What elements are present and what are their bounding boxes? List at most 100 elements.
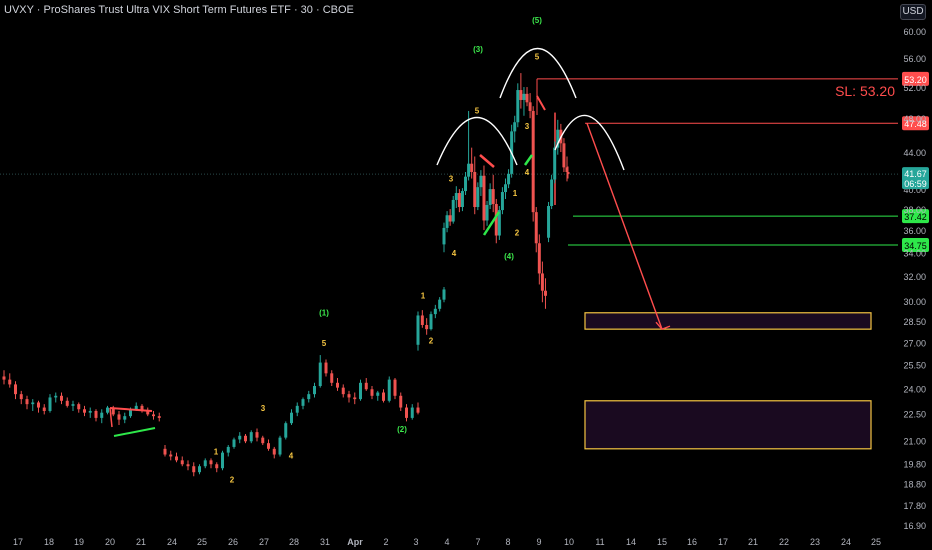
candle-body [301, 399, 305, 406]
x-tick-label: 27 [259, 537, 269, 547]
candle [117, 410, 121, 425]
candle-body [324, 362, 328, 374]
target-zone[interactable] [584, 312, 872, 330]
x-tick-label: 23 [810, 537, 820, 547]
x-tick-label: 14 [626, 537, 636, 547]
candle-body [399, 395, 403, 408]
candle [442, 286, 446, 303]
candle [491, 174, 495, 213]
candle-body [19, 394, 23, 400]
candle [284, 421, 288, 440]
candle [497, 206, 501, 240]
candle-body [382, 392, 385, 401]
target-zone[interactable] [584, 400, 872, 450]
candle [209, 458, 213, 469]
x-tick-label: 26 [228, 537, 238, 547]
x-tick-label: 21 [748, 537, 758, 547]
last-price-tag: 41.6706:59 [902, 167, 929, 190]
x-tick-label: 15 [657, 537, 667, 547]
candle [445, 211, 449, 233]
candle-body [169, 454, 173, 457]
candle-body [550, 179, 554, 207]
candle-body [203, 460, 207, 467]
candle-body [543, 290, 547, 296]
x-tick-label: 18 [44, 537, 54, 547]
candle [238, 432, 242, 444]
candle-body [364, 382, 368, 390]
x-tick-label: 20 [105, 537, 115, 547]
stop-loss-label: SL: 53.20 [835, 83, 895, 99]
candle-body [485, 204, 489, 221]
candle [485, 200, 489, 226]
candle [221, 450, 224, 471]
wave-label: (4) [504, 252, 514, 261]
x-tick-label: 24 [841, 537, 851, 547]
candle [198, 464, 201, 475]
candle [457, 189, 461, 213]
candle [507, 169, 511, 189]
wave-label: 5 [475, 106, 480, 115]
candle-body [14, 384, 17, 395]
x-tick-label: 11 [595, 537, 604, 547]
candle-body [438, 299, 442, 309]
candle-body [37, 402, 40, 408]
x-tick-label: 31 [320, 537, 330, 547]
candle [420, 310, 424, 328]
wave-label: 4 [525, 168, 530, 177]
candle [494, 198, 498, 244]
candle [364, 378, 368, 391]
y-tick-label: 28.50 [903, 317, 926, 327]
x-tick-label: 10 [564, 537, 574, 547]
candle [25, 395, 29, 410]
candle-body [152, 414, 155, 417]
candlestick-chart[interactable]: 53.2047.4837.4234.75 12345(1)(2)12345(3)… [0, 0, 932, 550]
x-tick-label: Apr [347, 537, 363, 547]
candle-body [106, 407, 109, 413]
candle-body [566, 171, 570, 175]
candle-body [393, 379, 397, 396]
wave-label: 2 [515, 229, 520, 238]
candle-body [232, 439, 236, 447]
candle-body [134, 405, 138, 410]
candle [353, 392, 357, 405]
candle [295, 402, 299, 417]
correction-line-red [536, 95, 546, 111]
candle [330, 370, 334, 387]
wave-label: 1 [214, 448, 219, 457]
candle [522, 87, 526, 116]
candle-body [77, 404, 81, 410]
candle-body [522, 93, 526, 100]
candle [31, 399, 35, 411]
candle-body [460, 191, 464, 208]
y-tick-label: 17.80 [903, 501, 926, 511]
candle-body [425, 324, 429, 330]
candle [71, 400, 75, 411]
y-tick-label: 25.50 [903, 361, 926, 371]
candle-body [442, 227, 446, 245]
candle-body [547, 206, 551, 238]
wave-label: 3 [449, 174, 454, 183]
x-tick-label: 25 [871, 537, 881, 547]
candle [140, 404, 144, 413]
candle-body [457, 193, 461, 208]
x-tick-label: 7 [475, 537, 480, 547]
x-tick-label: 16 [687, 537, 697, 547]
candle [500, 187, 504, 215]
x-tick-label: 22 [779, 537, 789, 547]
y-tick-label: 24.00 [903, 384, 926, 394]
candle-body [330, 373, 334, 383]
candle [14, 381, 17, 400]
candle-body [157, 416, 161, 418]
candle [448, 209, 452, 226]
candle [405, 404, 408, 422]
candle-body [410, 407, 414, 418]
triangle-lower-line[interactable] [113, 427, 156, 437]
candle [504, 178, 507, 199]
head-shoulders-arc[interactable] [436, 117, 518, 166]
candle [186, 460, 190, 471]
y-tick-label: 48.00 [903, 114, 926, 124]
candle-body [83, 409, 86, 413]
candle-body [163, 448, 167, 455]
projection-arrow[interactable] [586, 123, 663, 330]
candle [249, 430, 253, 444]
